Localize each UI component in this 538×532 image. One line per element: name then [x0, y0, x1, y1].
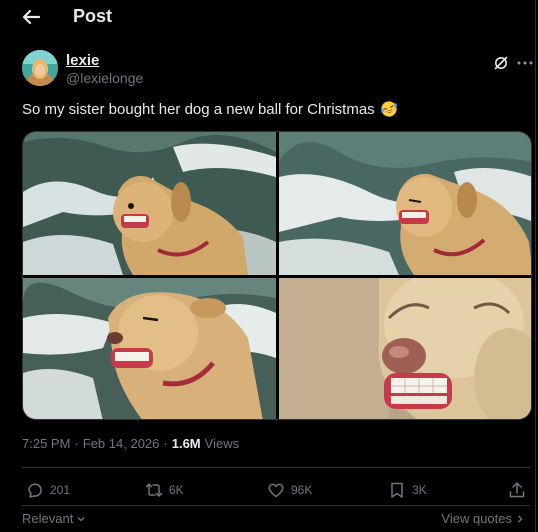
reply-count: 201 — [50, 483, 71, 497]
share-icon — [509, 482, 525, 498]
more-options-button[interactable] — [514, 52, 536, 74]
share-button[interactable] — [508, 478, 526, 502]
repost-count: 6K — [169, 483, 184, 497]
divider — [22, 467, 530, 468]
views-count: 1.6M — [171, 436, 201, 451]
chevron-right-icon — [518, 515, 523, 522]
post-image-1[interactable] — [23, 132, 276, 275]
post-image-3[interactable] — [23, 278, 276, 419]
more-icon — [517, 61, 533, 65]
page-header: Post — [0, 0, 536, 34]
post-text: So my sister bought her dog a new ball f… — [22, 100, 398, 118]
post-image-2[interactable] — [279, 132, 531, 275]
grok-button[interactable] — [490, 52, 512, 74]
rolling-on-floor-laughing-emoji-icon — [380, 101, 397, 117]
reply-sort-label: Relevant — [22, 511, 74, 526]
post-date[interactable]: Feb 14, 2026 — [83, 436, 160, 451]
like-button[interactable]: 96K — [267, 478, 312, 502]
post-time[interactable]: 7:25 PM — [22, 436, 70, 451]
author-display-name[interactable]: lexie — [66, 52, 99, 69]
back-button[interactable] — [14, 4, 48, 30]
back-arrow-icon — [22, 9, 40, 25]
reply-sort-dropdown[interactable]: Relevant — [22, 511, 86, 526]
avatar[interactable] — [22, 50, 58, 86]
post-page: Post lexie @lexielonge So my sister boug… — [0, 0, 536, 532]
post-image-4[interactable] — [279, 278, 531, 419]
post-text-content: So my sister bought her dog a new ball f… — [22, 100, 375, 118]
post-media-grid — [22, 131, 532, 420]
view-quotes-link[interactable]: View quotes — [441, 511, 525, 526]
author-handle[interactable]: @lexielonge — [66, 70, 143, 86]
post-author: lexie @lexielonge — [22, 50, 533, 90]
post-meta: 7:25 PM · Feb 14, 2026 · 1.6M Views — [22, 436, 239, 451]
bookmark-button[interactable]: 3K — [388, 478, 427, 502]
grok-icon — [494, 56, 508, 70]
bookmark-icon — [391, 482, 403, 498]
post-actions: 201 6K 96K 3K — [22, 478, 532, 502]
view-quotes-label: View quotes — [441, 511, 512, 526]
repost-icon — [145, 483, 163, 497]
heart-icon — [268, 483, 284, 498]
avatar-image — [22, 50, 58, 86]
like-count: 96K — [291, 483, 313, 497]
chevron-down-icon — [77, 516, 85, 521]
repost-button[interactable]: 6K — [145, 478, 184, 502]
bookmark-count: 3K — [412, 483, 427, 497]
meta-separator-2: · — [163, 436, 168, 451]
meta-separator: · — [74, 436, 79, 451]
reply-icon — [28, 483, 42, 498]
page-title: Post — [73, 6, 113, 26]
divider — [22, 505, 530, 506]
views-label: Views — [204, 436, 240, 451]
reply-button[interactable]: 201 — [26, 478, 70, 502]
